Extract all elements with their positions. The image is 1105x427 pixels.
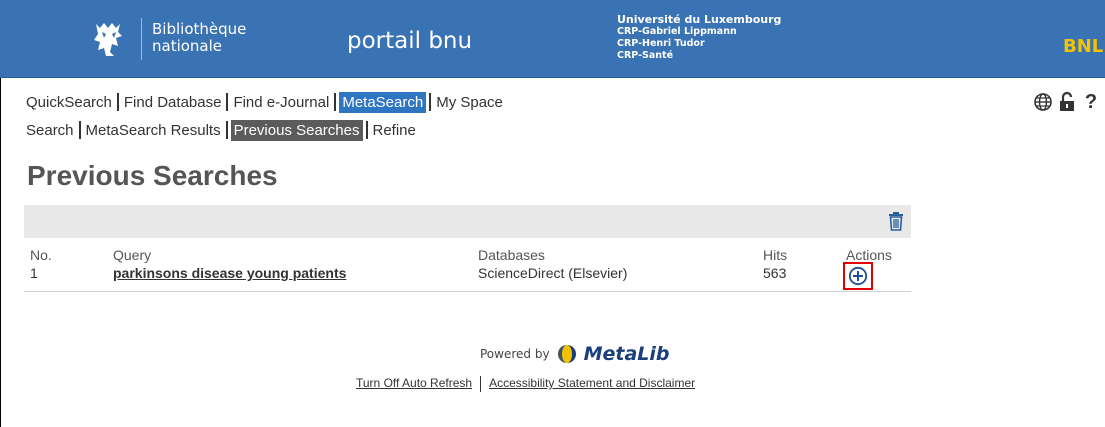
subtab-metasearch-results[interactable]: MetaSearch Results <box>84 122 223 139</box>
partner-name: CRP-Gabriel Lippmann <box>617 26 737 37</box>
library-name-line2: nationale <box>152 37 223 55</box>
metalib-logo-icon <box>557 345 576 363</box>
tab-metasearch[interactable]: MetaSearch <box>339 92 427 113</box>
tab-quicksearch[interactable]: QuickSearch <box>24 94 114 111</box>
trash-icon[interactable] <box>885 210 907 232</box>
nav-separator <box>429 93 432 112</box>
auto-refresh-link[interactable]: Turn Off Auto Refresh <box>356 376 472 390</box>
column-header-databases: Databases <box>478 247 545 263</box>
nav-separator <box>225 121 228 140</box>
column-header-query: Query <box>113 247 152 263</box>
row-hits: 563 <box>763 265 787 281</box>
powered-by-metalib: Powered by MetaLib <box>480 343 669 365</box>
row-divider <box>24 291 911 292</box>
library-name-line1: Bibliothèque <box>152 20 247 38</box>
lion-crest-icon <box>94 23 122 56</box>
add-search-button[interactable] <box>843 262 873 290</box>
tab-find-database[interactable]: Find Database <box>122 94 224 111</box>
page-title: Previous Searches <box>27 160 278 191</box>
nav-separator <box>365 121 368 140</box>
subtab-search[interactable]: Search <box>24 122 76 139</box>
tab-my-space[interactable]: My Space <box>434 94 505 111</box>
table-toolbar <box>24 205 911 238</box>
column-header-hits: Hits <box>763 247 788 263</box>
query-link[interactable]: parkinsons disease young patients <box>113 265 346 281</box>
subtab-refine[interactable]: Refine <box>371 122 418 139</box>
header-divider <box>141 18 142 60</box>
subtab-previous-searches[interactable]: Previous Searches <box>230 120 363 141</box>
partner-name: CRP-Henri Tudor <box>617 38 705 49</box>
footer-links: Turn Off Auto Refresh Accessibility State… <box>356 376 695 392</box>
row-databases: ScienceDirect (Elsevier) <box>478 265 628 281</box>
row-number: 1 <box>30 265 38 281</box>
lock-icon[interactable] <box>1057 91 1077 113</box>
nav-separator <box>334 93 337 112</box>
sub-nav: Search MetaSearch Results Previous Searche… <box>24 120 418 141</box>
globe-icon[interactable] <box>1033 91 1053 113</box>
powered-by-label: Powered by <box>480 347 550 361</box>
nav-separator <box>226 93 229 112</box>
tab-find-ejournal[interactable]: Find e-Journal <box>231 94 331 111</box>
metalib-wordmark: MetaLib <box>583 343 670 365</box>
accessibility-link[interactable]: Accessibility Statement and Disclaimer <box>489 376 695 390</box>
column-header-no: No. <box>30 247 52 263</box>
main-nav: QuickSearch Find Database Find e-Journal Me… <box>24 92 505 113</box>
portal-title: portail bnu <box>347 28 473 54</box>
nav-separator <box>78 121 81 140</box>
add-circle-icon <box>848 266 868 286</box>
partner-name: CRP-Santé <box>617 50 674 61</box>
help-icon[interactable]: ? <box>1081 91 1101 113</box>
partner-name: Université du Luxembourg <box>617 13 782 26</box>
portal-header: Bibliothèque nationale portail bnu Unive… <box>0 0 1105 78</box>
utility-icons: ? <box>1033 91 1101 113</box>
brand-short: BNL <box>1063 36 1104 57</box>
nav-separator <box>116 93 119 112</box>
footer-separator <box>480 376 482 392</box>
column-header-actions: Actions <box>846 247 892 263</box>
library-name: Bibliothèque nationale <box>152 21 246 55</box>
partner-list: Université du Luxembourg CRP-Gabriel Lip… <box>617 14 781 62</box>
